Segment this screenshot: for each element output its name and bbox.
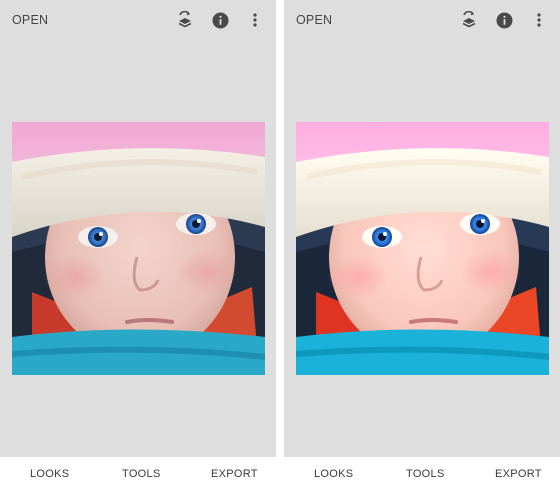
nav-looks[interactable]: LOOKS [30,468,69,480]
photo-canvas[interactable] [296,122,549,375]
nav-tools[interactable]: TOOLS [406,468,445,480]
nav-export[interactable]: EXPORT [495,468,542,480]
screen-divider [276,0,284,492]
undo-layers-icon[interactable] [460,11,478,29]
top-toolbar: OPEN [284,0,560,40]
more-vert-icon[interactable] [530,11,548,29]
undo-layers-icon[interactable] [176,11,194,29]
open-button[interactable]: OPEN [296,13,332,27]
nav-looks[interactable]: LOOKS [314,468,353,480]
nav-export[interactable]: EXPORT [211,468,258,480]
info-icon[interactable] [211,11,229,29]
photo-canvas[interactable] [12,122,265,375]
bottom-nav-bar: LOOKS TOOLS EXPORT [284,457,560,492]
top-toolbar: OPEN [0,0,276,40]
info-icon[interactable] [495,11,513,29]
more-vert-icon[interactable] [246,11,264,29]
bottom-nav-bar: LOOKS TOOLS EXPORT [0,457,276,492]
editor-screen-after: OPEN LOOKS TOOLS EXPORT [284,0,560,492]
open-button[interactable]: OPEN [12,13,48,27]
editor-screen-before: OPEN LOOKS TOOLS EXPORT [0,0,276,492]
nav-tools[interactable]: TOOLS [122,468,161,480]
